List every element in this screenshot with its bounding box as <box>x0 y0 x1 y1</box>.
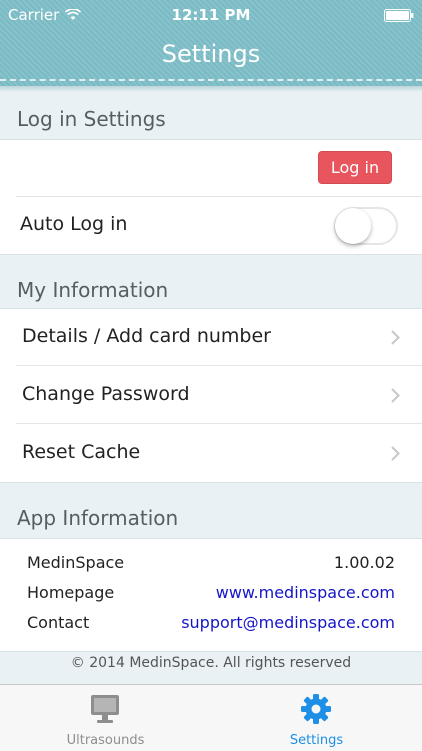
homepage-label: Homepage <box>27 583 115 602</box>
app-name-row: MedinSpace 1.00.02 <box>0 553 422 583</box>
tab-ultrasounds[interactable]: Ultrasounds <box>0 685 211 751</box>
login-row: Log in <box>0 140 422 197</box>
contact-email-link[interactable]: support@medinspace.com <box>181 613 395 632</box>
nav-bar: Carrier 12:11 PM Settings <box>0 0 422 86</box>
my-information-heading: My Information <box>17 278 169 302</box>
battery-icon <box>384 9 414 22</box>
copyright-footer: © 2014 MedinSpace. All rights reserved <box>70 655 352 671</box>
gear-icon <box>301 694 331 724</box>
toggle-knob <box>335 208 371 244</box>
app-information-group: MedinSpace 1.00.02 Homepage www.medinspa… <box>0 538 422 652</box>
monitor-icon <box>91 695 119 723</box>
my-information-group: Details / Add card number Change Passwor… <box>0 308 422 483</box>
homepage-link[interactable]: www.medinspace.com <box>216 583 395 602</box>
app-information-heading: App Information <box>17 506 179 530</box>
header-shadow <box>0 86 422 92</box>
homepage-row: Homepage www.medinspace.com <box>0 583 422 613</box>
chevron-right-icon <box>391 446 400 461</box>
auto-login-label: Auto Log in <box>20 213 128 235</box>
details-label: Details / Add card number <box>22 325 271 347</box>
status-bar: Carrier 12:11 PM <box>0 0 422 30</box>
auto-login-toggle[interactable] <box>334 207 398 245</box>
app-version-value: 1.00.02 <box>333 553 395 572</box>
list-item-details[interactable]: Details / Add card number <box>0 309 422 366</box>
header-stitch-divider <box>0 79 422 81</box>
row-divider <box>16 423 422 424</box>
contact-label: Contact <box>27 613 90 632</box>
row-divider <box>16 365 422 366</box>
reset-cache-label: Reset Cache <box>22 441 141 463</box>
list-item-reset-cache[interactable]: Reset Cache <box>0 425 422 482</box>
contact-row: Contact support@medinspace.com <box>0 613 422 643</box>
change-password-label: Change Password <box>22 383 190 405</box>
chevron-right-icon <box>391 388 400 403</box>
tab-settings-label: Settings <box>289 733 344 748</box>
list-item-change-password[interactable]: Change Password <box>0 367 422 424</box>
login-settings-group: Log in Auto Log in <box>0 139 422 255</box>
page-title: Settings <box>161 40 261 68</box>
app-name-label: MedinSpace <box>27 553 125 572</box>
login-button[interactable]: Log in <box>318 151 392 184</box>
login-settings-heading: Log in Settings <box>17 107 166 131</box>
tab-ultrasounds-label: Ultrasounds <box>66 733 145 748</box>
auto-login-row: Auto Log in <box>0 197 422 254</box>
chevron-right-icon <box>391 330 400 345</box>
tab-settings[interactable]: Settings <box>211 685 422 751</box>
status-time: 12:11 PM <box>171 6 251 24</box>
tab-bar: Ultrasounds Settings <box>0 684 422 751</box>
